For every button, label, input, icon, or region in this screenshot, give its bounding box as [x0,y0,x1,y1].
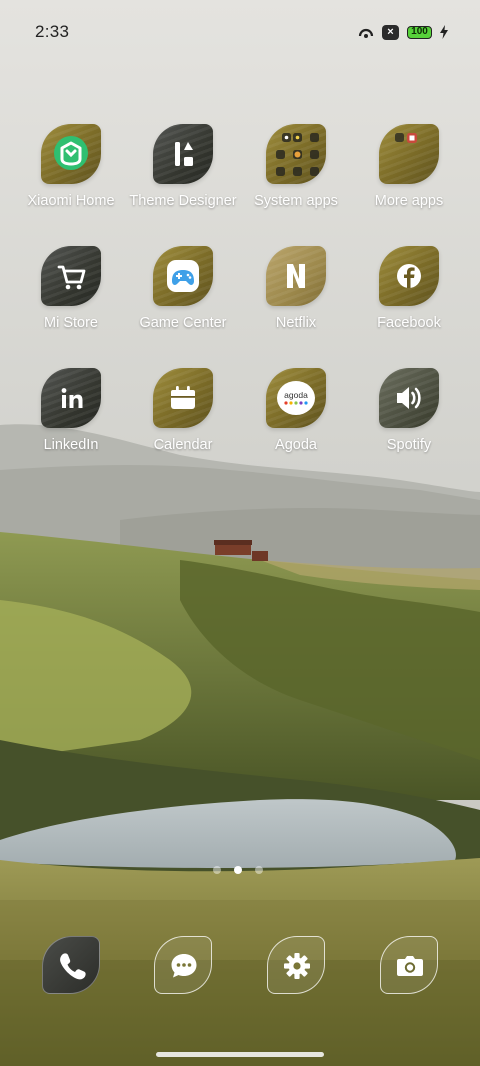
app-label: Xiaomi Home [27,193,115,209]
app-label: LinkedIn [43,437,99,453]
dock-phone[interactable] [42,936,100,994]
page-dot[interactable] [255,866,263,874]
dock-messages[interactable] [154,936,212,994]
page-dot[interactable] [213,866,221,874]
folder-system-apps[interactable]: System apps [241,124,351,209]
folder-icon [379,124,439,184]
gear-icon [267,936,325,994]
netflix-icon [266,246,326,306]
agoda-logo-text: agoda [284,390,308,400]
app-label: Agoda [275,437,317,453]
notification-x-icon: × [382,24,399,40]
linkedin-icon [41,368,101,428]
calendar-icon [153,368,213,428]
app-label: Netflix [275,315,317,331]
app-label: Mi Store [44,315,98,331]
app-label: Theme Designer [129,193,237,209]
status-bar: 2:33 × 100 [0,0,480,62]
folder-icon [266,124,326,184]
camera-icon [380,936,438,994]
app-xiaomi-home[interactable]: Xiaomi Home [16,124,126,209]
app-label: More apps [374,193,444,209]
theme-designer-icon [153,124,213,184]
app-netflix[interactable]: Netflix [241,246,351,331]
app-theme-designer[interactable]: Theme Designer [128,124,238,209]
app-label: Game Center [139,315,227,331]
hotspot-icon [358,28,374,38]
gamepad-icon [153,246,213,306]
clock: 2:33 [35,22,70,41]
app-mi-store[interactable]: Mi Store [16,246,126,331]
folder-more-apps[interactable]: More apps [354,124,464,209]
message-icon [154,936,212,994]
page-indicator [213,866,263,874]
app-game-center[interactable]: Game Center [128,246,238,331]
cart-icon [41,246,101,306]
app-linkedin[interactable]: LinkedIn [16,368,126,453]
agoda-icon: agoda [266,368,326,428]
app-label: Facebook [377,315,441,331]
app-label: Spotify [386,437,432,453]
app-label: System apps [254,193,338,209]
app-label: Calendar [153,437,213,453]
app-facebook[interactable]: Facebook [354,246,464,331]
app-spotify[interactable]: Spotify [354,368,464,453]
app-calendar[interactable]: Calendar [128,368,238,453]
speaker-icon [379,368,439,428]
xiaomi-home-icon [41,124,101,184]
battery-indicator: 100 [407,25,432,39]
home-indicator[interactable] [156,1052,324,1057]
charging-icon [440,25,448,39]
facebook-icon [379,246,439,306]
page-dot-active[interactable] [234,866,242,874]
home-screen: 2:33 × 100 Xiaomi Home Theme Designer Sy… [0,0,480,1066]
status-icons: × 100 [358,22,448,42]
app-agoda[interactable]: agoda Agoda [241,368,351,453]
dock-settings[interactable] [267,936,325,994]
dock-camera[interactable] [380,936,438,994]
phone-icon [42,936,100,994]
